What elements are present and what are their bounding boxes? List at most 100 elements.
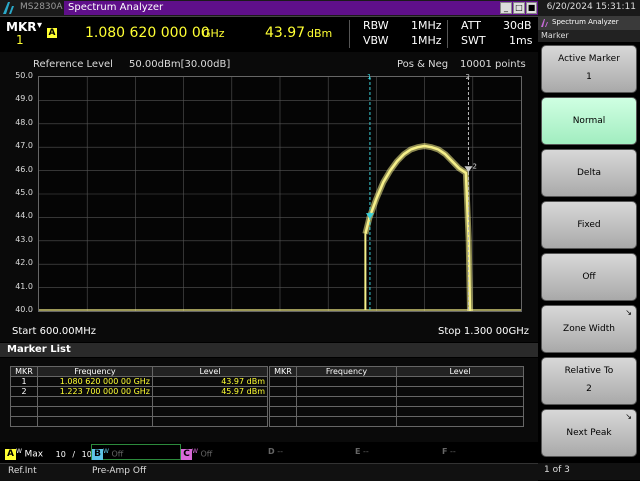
submenu-arrow-icon: ↘ [625,412,632,421]
trace-f-state: -- [450,447,456,456]
marker-2-label: 2 [472,162,476,170]
softkey-label: Active Marker [558,54,620,64]
vbw-value: 1MHz [411,34,442,47]
restore-button[interactable]: □ [513,2,525,14]
y-tick-label: 49.0 [15,94,33,104]
rbw-label: RBW [363,19,389,32]
row-frequency: 1.223 700 000 00 GHz [37,386,153,397]
softkey-active-marker[interactable]: Active Marker 1 [541,45,637,93]
softkey-zone-width[interactable]: ↘ Zone Width [541,305,637,353]
trace-c-status[interactable]: CW Off [181,445,212,460]
spectrum-graph-panel: Reference Level 50.00dBm[30.00dB] Pos & … [0,52,538,342]
mkr-label[interactable]: MKR [6,20,36,34]
y-tick-label: 44.0 [15,211,33,221]
softkey-label: Fixed [577,220,601,230]
softkey-relative-to[interactable]: Relative To 2 [541,357,637,405]
softkey-label: Delta [576,168,601,178]
reference-level-label: Reference Level [33,59,113,70]
marker-frequency-unit: GHz [202,27,225,40]
y-tick-label: 47.0 [15,141,33,151]
reference-source: Ref.Int [8,466,37,476]
submenu-arrow-icon: ↘ [625,308,632,317]
model-label: MS2830A [20,2,63,12]
table-row [10,406,268,417]
marker-list-table-left: MKR Frequency Level 1 1.080 620 000 00 G… [10,366,268,427]
y-tick-label: 45.0 [15,188,33,197]
y-tick-label: 42.0 [15,258,33,268]
col-mkr: MKR [269,366,297,377]
spectrum-plot-svg: 2 [39,77,521,312]
header-divider [447,20,448,48]
softkey-page-indicator[interactable]: 1 of 3 [538,463,640,480]
table-row [269,416,524,427]
table-row[interactable]: 1 1.080 620 000 00 GHz 43.97 dBm [10,376,268,387]
trace-f-status[interactable]: F -- [442,445,456,459]
minimize-button[interactable]: _ [500,2,512,14]
datetime-bar: 6/20/2024 15:31:11 [538,0,640,16]
trace-a-superscript: W [16,448,22,455]
softkey-menu-title: Marker [541,31,569,40]
row-level: 43.97 dBm [152,376,268,387]
trace-b-state: Off [111,449,124,459]
marker-list-table-right: MKR Frequency Level [269,366,524,427]
table-row[interactable]: 2 1.223 700 000 00 GHz 45.97 dBm [10,386,268,397]
col-level: Level [396,366,524,377]
trace-e-letter: E [355,447,361,456]
maximize-button[interactable]: ■ [526,2,537,14]
y-tick-label: 40.0 [15,305,33,314]
att-label: ATT [461,19,481,32]
trace-b-status[interactable]: BW Off [91,444,181,460]
trace-e-state: -- [363,447,369,456]
table-row [269,406,524,417]
softkey-off[interactable]: Off [541,253,637,301]
trace-a-letter: A [5,448,16,460]
anritsu-logo-icon [541,19,548,27]
y-tick-label: 43.0 [15,234,33,244]
y-tick-label: 48.0 [15,117,33,127]
att-value: 30dB [503,19,532,32]
page-indicator: 1 of 3 [544,465,570,475]
preamp-status: Pre-Amp Off [92,466,147,476]
softkey-label: Normal [572,116,606,126]
trace-status-bar: AW Max 10 / 10 BW Off CW Off D -- E -- F… [0,443,538,463]
softkey-normal[interactable]: Normal [541,97,637,145]
trace-d-letter: D [268,447,275,456]
softkey-label: Zone Width [563,324,615,334]
table-row [269,376,524,387]
softkey-label: Next Peak [566,428,612,438]
trace-e-status[interactable]: E -- [355,445,369,459]
row-mkr: 2 [10,386,38,397]
softkey-value: 2 [586,384,592,394]
trace-a-count: 10 [55,449,66,459]
swt-label: SWT [461,34,486,47]
softkey-delta[interactable]: Delta [541,149,637,197]
softkey-fixed[interactable]: Fixed [541,201,637,249]
header-divider [349,20,350,48]
app-title-bar: Spectrum Analyzer [64,1,538,15]
rbw-value: 1MHz [411,19,442,32]
trace-d-status[interactable]: D -- [268,445,283,459]
detector-mode: Pos & Neg [397,59,449,70]
y-tick-label: 41.0 [15,281,33,291]
marker-1-flag: 1 [366,73,372,81]
trace-b-letter: B [92,448,103,460]
marker-level: 43.97 [265,25,306,41]
trace-points: 10001 points [460,59,526,70]
stop-frequency: Stop 1.300 00GHz [438,326,529,337]
col-frequency: Frequency [296,366,397,377]
trace-d-state: -- [277,447,283,456]
softkey-label: Relative To [564,366,614,376]
softkey-value: 1 [586,72,592,82]
anritsu-logo-icon [3,2,14,14]
trace-a-mode: Max [24,449,44,460]
swt-value: 1ms [509,34,533,47]
trace-a-status[interactable]: AW Max 10 / 10 [5,445,92,460]
y-tick-label: 46.0 [15,164,33,174]
status-bar: Ref.Int Pre-Amp Off [0,463,538,481]
marker-list-panel: MKR Frequency Level 1 1.080 620 000 00 G… [0,358,538,442]
softkey-next-peak[interactable]: ↘ Next Peak [541,409,637,457]
mkr-dropdown-icon[interactable]: ▾ [37,20,42,31]
spectrum-plot[interactable]: 2 [38,76,522,312]
row-mkr: 1 [10,376,38,387]
reference-level-value: 50.00dBm[30.00dB] [129,59,231,70]
